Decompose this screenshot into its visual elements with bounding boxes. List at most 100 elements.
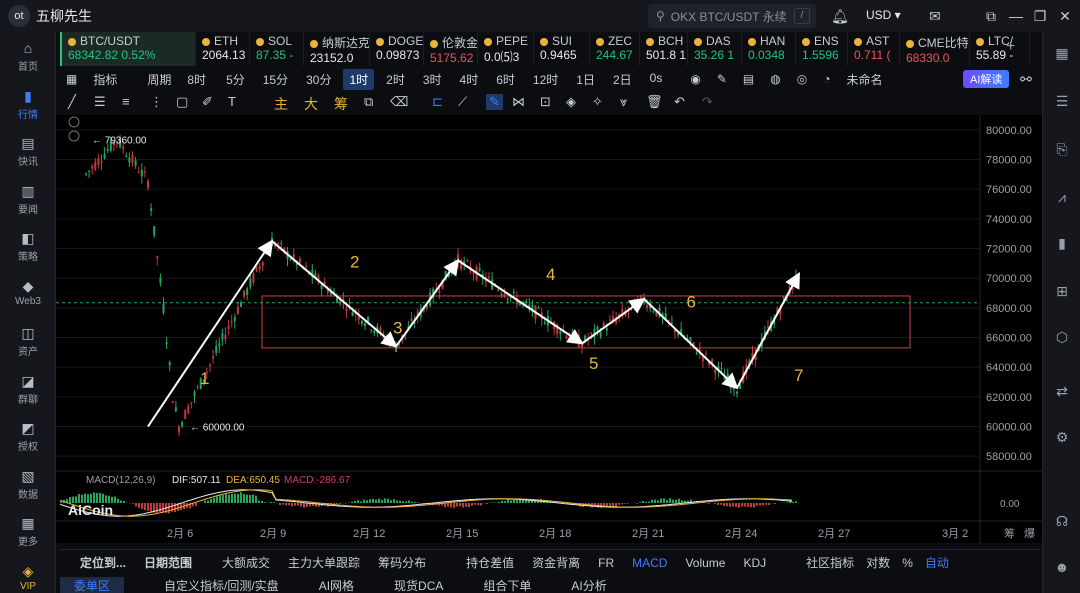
indicator-tab-5[interactable]: 持仓差值: [466, 554, 514, 571]
search-box[interactable]: ⚲ OKX BTC/USDT 永续 /: [648, 4, 816, 28]
channel-tool-icon[interactable]: ≡: [122, 94, 130, 109]
palette-icon[interactable]: ◍: [764, 70, 786, 88]
filter-icon[interactable]: ⩔: [620, 94, 627, 110]
grid-icon[interactable]: ⊞: [1053, 282, 1071, 300]
sidebar-item-5[interactable]: ◆ Web3: [0, 278, 56, 307]
ticker-10[interactable]: DAS 35.26 1: [688, 32, 742, 66]
indicator-tab-9[interactable]: Volume: [685, 556, 725, 570]
pencil-icon[interactable]: ✎: [711, 70, 733, 88]
ticker-3[interactable]: 纳斯达克 23152.0: [304, 32, 370, 66]
fib-tool-icon[interactable]: ⋮: [150, 94, 163, 110]
trade-tab-5[interactable]: AI分析: [571, 577, 606, 593]
indicator-button[interactable]: 指标: [87, 69, 123, 90]
ticker-4[interactable]: DOGE 0.09873: [370, 32, 424, 66]
ticker-8[interactable]: ZEC 244.67: [590, 32, 640, 66]
ruler-icon[interactable]: ⟋: [458, 94, 467, 110]
ticker-14[interactable]: CME比特 68330.0: [900, 32, 970, 66]
close-icon[interactable]: ✕: [1055, 6, 1075, 26]
indicator-tab-7[interactable]: FR: [598, 556, 614, 570]
indicator-tab-0[interactable]: 定位到...: [80, 554, 126, 571]
document-icon[interactable]: ☰: [1053, 92, 1071, 110]
sidebar-item-9[interactable]: ▧ 数据: [0, 468, 56, 501]
ticker-0[interactable]: BTC/USDT 68342.82 0.52%: [60, 32, 196, 66]
ticker-2[interactable]: SOL 87.35 -: [250, 32, 304, 66]
indicator-tab-6[interactable]: 资金背离: [532, 554, 580, 571]
sidebar-item-6[interactable]: ◫ 资产: [0, 325, 56, 358]
ticker-5[interactable]: 伦敦金 5175.62: [424, 32, 478, 66]
clipboard-icon[interactable]: ⎘: [1053, 140, 1071, 158]
swap-icon[interactable]: ⇄: [1053, 382, 1071, 400]
trade-tab-2[interactable]: AI网格: [319, 577, 354, 593]
hline-tool-icon[interactable]: ☰: [94, 94, 106, 110]
sync-icon[interactable]: ⋈: [512, 94, 525, 110]
maximize-icon[interactable]: ❐: [1030, 6, 1050, 26]
headset-icon[interactable]: ☊: [1053, 512, 1071, 530]
trade-tab-4[interactable]: 组合下单: [483, 577, 531, 593]
timeframe-11[interactable]: 2日: [607, 69, 638, 90]
ticker-11[interactable]: HAN 0.0348: [742, 32, 796, 66]
trade-tab-1[interactable]: 自定义指标/回测/实盘: [164, 577, 279, 593]
search-input[interactable]: OKX BTC/USDT 永续: [671, 8, 787, 25]
share-icon[interactable]: ⚯: [1016, 69, 1036, 89]
ai-interpret-button[interactable]: AI解读: [963, 70, 1010, 88]
popout-icon[interactable]: ⧉: [981, 6, 1001, 26]
lock-icon[interactable]: ⊡: [540, 94, 551, 110]
chip-main[interactable]: 主: [274, 94, 288, 114]
chart-icon[interactable]: ⩘: [1053, 188, 1071, 206]
grid-toggle-icon[interactable]: ▦: [60, 70, 83, 88]
sidebar-item-3[interactable]: ▥ 要闻: [0, 183, 56, 216]
timeframe-7[interactable]: 4时: [454, 69, 485, 90]
ticker-15[interactable]: LTC/55.89 -: [970, 32, 1030, 66]
indicator-tab-11[interactable]: 社区指标: [806, 554, 854, 571]
timeframe-5[interactable]: 2时: [380, 69, 411, 90]
sidebar-item-1[interactable]: ▮ 行情: [0, 88, 56, 121]
ticker-6[interactable]: PEPE 0.0⑸3: [478, 32, 534, 66]
timeframe-1[interactable]: 5分: [220, 69, 251, 90]
redo-icon[interactable]: ↷: [702, 94, 713, 110]
chip-chips[interactable]: 筹: [334, 94, 348, 114]
trade-tab-0[interactable]: 委单区: [60, 577, 125, 593]
timeframe-9[interactable]: 12时: [527, 69, 564, 90]
chart-svg[interactable]: 80000.00 78000.00 76000.00 74000.00 72000.00…: [56, 115, 1042, 543]
ticker-12[interactable]: ENS 1.5596: [796, 32, 848, 66]
timeframe-6[interactable]: 3时: [417, 69, 448, 90]
trash-icon[interactable]: 🗑︎: [646, 94, 663, 110]
target-icon[interactable]: ◎: [791, 70, 813, 88]
ticker-1[interactable]: ETH 2064.13: [196, 32, 250, 66]
currency-select[interactable]: USD ▾: [866, 8, 901, 22]
ticker-9[interactable]: BCH 501.8 1: [640, 32, 688, 66]
timeframe-2[interactable]: 15分: [257, 69, 294, 90]
sidebar-item-10[interactable]: ▦ 更多: [0, 515, 56, 548]
sidebar-item-4[interactable]: ◧ 策略: [0, 230, 56, 263]
rect-tool-icon[interactable]: ▢: [176, 94, 188, 110]
add-ticker-icon[interactable]: +: [1006, 38, 1015, 56]
undo-icon[interactable]: ↶: [674, 94, 685, 110]
line-tool-icon[interactable]: ╱: [68, 94, 76, 110]
timeframe-0[interactable]: 8时: [181, 69, 212, 90]
grid-icon[interactable]: ▤: [737, 70, 760, 88]
eraser-icon[interactable]: ⌫: [390, 94, 408, 110]
indicator-tab-4[interactable]: 筹码分布: [378, 554, 426, 571]
timeframe-8[interactable]: 6时: [490, 69, 521, 90]
brush-tool-icon[interactable]: ✐: [202, 94, 213, 110]
ticker-13[interactable]: AST 0.711 (: [848, 32, 900, 66]
mail-icon[interactable]: ✉: [925, 6, 945, 26]
trade-tab-3[interactable]: 现货DCA: [394, 577, 443, 593]
text-tool-icon[interactable]: T: [228, 94, 236, 109]
sidebar-item-7[interactable]: ◪ 群聊: [0, 373, 56, 406]
gauge-icon[interactable]: ◔: [817, 70, 836, 88]
settings-icon[interactable]: ⚙: [1053, 428, 1071, 446]
magnet-icon[interactable]: ⊏: [432, 94, 443, 110]
bell-icon[interactable]: 🔔︎: [830, 6, 850, 26]
indicator-tab-2[interactable]: 大额成交: [222, 554, 270, 571]
camera-icon[interactable]: ◉: [684, 70, 706, 88]
chip-label[interactable]: 筹: [1004, 526, 1015, 540]
minimize-icon[interactable]: —: [1006, 6, 1026, 26]
sidebar-item-2[interactable]: ▤ 快讯: [0, 135, 56, 168]
hexagon-icon[interactable]: ⬡: [1053, 328, 1071, 346]
visibility-icon[interactable]: ◈: [566, 94, 576, 110]
indicator-tab-12[interactable]: 对数: [866, 554, 890, 571]
bot-icon[interactable]: ☻: [1053, 558, 1071, 576]
indicator-tab-1[interactable]: 日期范围: [144, 554, 192, 571]
sidebar-item-8[interactable]: ◩ 授权: [0, 420, 56, 453]
